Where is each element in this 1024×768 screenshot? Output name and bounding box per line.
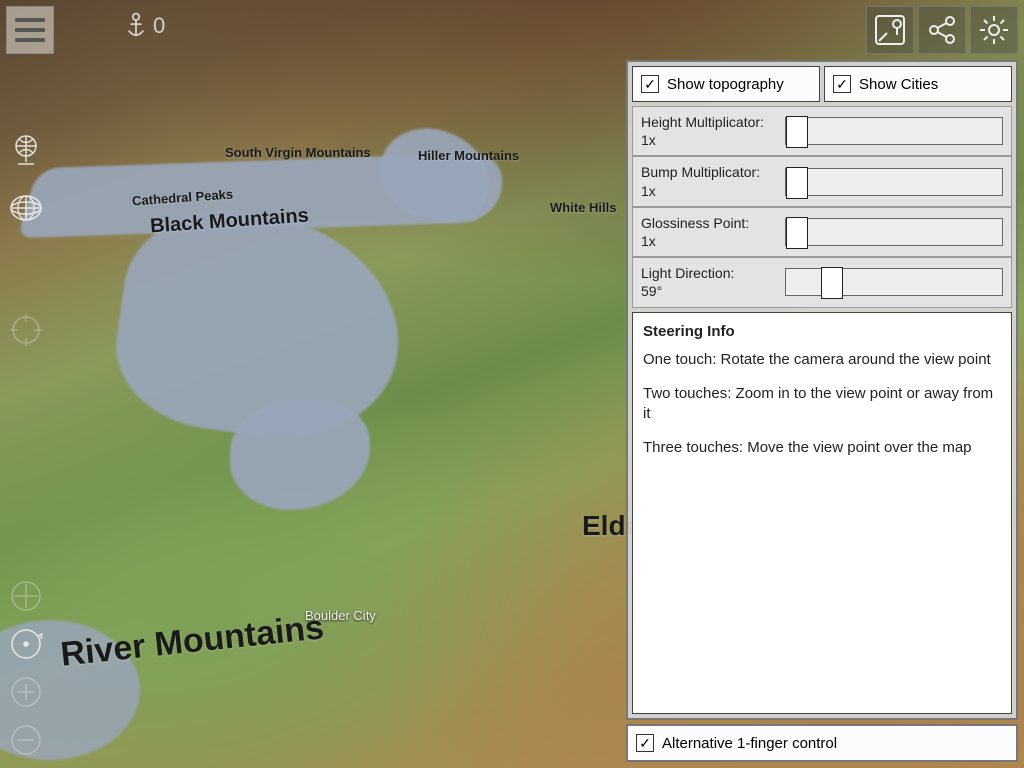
- anchor-count: 0: [153, 13, 165, 39]
- light-slider-row: Light Direction:59°: [632, 257, 1012, 307]
- terrain-label-river-mountains: River Mountains: [59, 608, 326, 674]
- height-slider-row: Height Multiplicator:1x: [632, 106, 1012, 156]
- globe-stand-icon: [8, 132, 44, 168]
- gloss-slider[interactable]: [785, 218, 1003, 246]
- steering-info-title: Steering Info: [643, 323, 1001, 340]
- zoom-out-button[interactable]: [6, 720, 46, 760]
- checkbox-checked-icon: [833, 75, 851, 93]
- bump-slider-row: Bump Multiplicator:1x: [632, 156, 1012, 206]
- show-topography-toggle[interactable]: Show topography: [632, 66, 820, 102]
- slider-thumb[interactable]: [786, 116, 808, 148]
- terrain-label-south-virgin: South Virgin Mountains: [225, 145, 371, 160]
- minus-circle-icon: [8, 722, 44, 758]
- anchor-indicator: 0: [125, 12, 165, 40]
- water-body: [230, 400, 370, 510]
- bump-slider[interactable]: [785, 168, 1003, 196]
- alt-control-label: Alternative 1-finger control: [662, 735, 837, 752]
- menu-button[interactable]: [6, 6, 54, 54]
- gloss-slider-row: Glossiness Point:1x: [632, 207, 1012, 257]
- show-cities-label: Show Cities: [859, 76, 938, 93]
- checkbox-checked-icon: [636, 734, 654, 752]
- light-slider-label: Light Direction:59°: [641, 264, 777, 300]
- gear-icon: [977, 13, 1011, 47]
- anchor-icon: [125, 12, 147, 40]
- city-label-boulder-city: Boulder City: [305, 608, 376, 623]
- terrain-label-hiller: Hiller Mountains: [418, 148, 519, 163]
- show-cities-toggle[interactable]: Show Cities: [824, 66, 1012, 102]
- crosshair-button[interactable]: [6, 310, 46, 350]
- wireframe-globe-icon: [8, 190, 44, 226]
- steering-line: Three touches: Move the view point over …: [643, 438, 1001, 458]
- slider-thumb[interactable]: [786, 217, 808, 249]
- wireframe-globe-button[interactable]: [6, 188, 46, 228]
- globe-stand-button[interactable]: [6, 130, 46, 170]
- bump-slider-label: Bump Multiplicator:1x: [641, 163, 777, 199]
- share-icon: [925, 13, 959, 47]
- steering-info-box: Steering Info One touch: Rotate the came…: [632, 312, 1012, 715]
- height-slider[interactable]: [785, 117, 1003, 145]
- zoom-in-button[interactable]: [6, 672, 46, 712]
- orbit-button[interactable]: [6, 624, 46, 664]
- maps-icon: [873, 13, 907, 47]
- height-slider-label: Height Multiplicator:1x: [641, 113, 777, 149]
- slider-thumb[interactable]: [786, 167, 808, 199]
- compass-arrows-button[interactable]: [6, 576, 46, 616]
- hamburger-icon: [15, 18, 45, 22]
- gloss-slider-label: Glossiness Point:1x: [641, 214, 777, 250]
- light-slider[interactable]: [785, 268, 1003, 296]
- settings-panel: Show topography Show Cities Height Multi…: [626, 60, 1018, 720]
- steering-line: One touch: Rotate the camera around the …: [643, 350, 1001, 370]
- crosshair-icon: [8, 312, 44, 348]
- compass-arrows-icon: [8, 578, 44, 614]
- share-button[interactable]: [918, 6, 966, 54]
- alt-1finger-control-toggle[interactable]: Alternative 1-finger control: [626, 724, 1018, 762]
- orbit-icon: [8, 626, 44, 662]
- terrain-label-white-hills: White Hills: [550, 200, 616, 215]
- plus-circle-icon: [8, 674, 44, 710]
- checkbox-checked-icon: [641, 75, 659, 93]
- slider-thumb[interactable]: [821, 267, 843, 299]
- google-maps-button[interactable]: [866, 6, 914, 54]
- show-topography-label: Show topography: [667, 76, 784, 93]
- settings-button[interactable]: [970, 6, 1018, 54]
- steering-line: Two touches: Zoom in to the view point o…: [643, 384, 1001, 425]
